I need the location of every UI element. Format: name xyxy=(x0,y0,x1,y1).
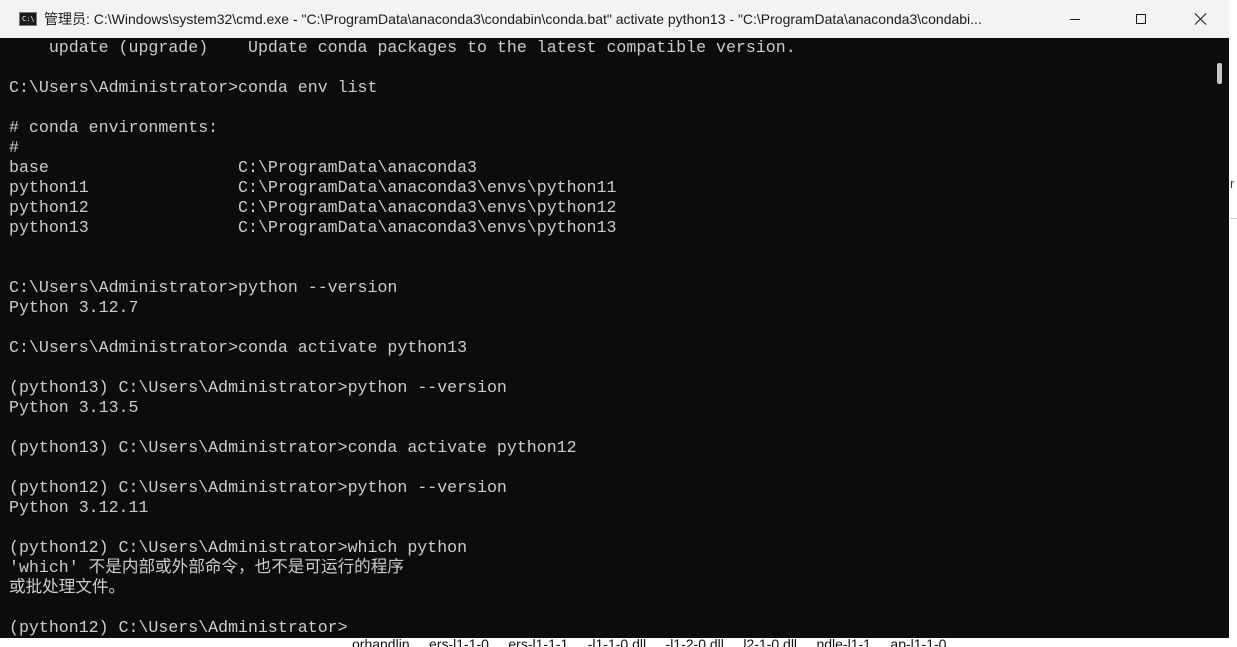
console-output[interactable]: update (upgrade) Update conda packages t… xyxy=(0,38,1210,638)
background-window-edge: r xyxy=(1229,0,1237,647)
cmd-app-icon[interactable]: C:\ xyxy=(19,12,37,26)
background-file-names: orhandlin ers-l1-1-0 ers-l1-1-1 -l1-1-0.… xyxy=(352,638,947,647)
background-divider xyxy=(1230,218,1237,219)
console-line: 'which' 不是内部或外部命令，也不是可运行的程序 xyxy=(9,558,404,577)
console-line: python12 C:\ProgramData\anaconda3\envs\p… xyxy=(9,198,617,217)
console-line: C:\Users\Administrator>conda env list xyxy=(9,78,378,97)
console-line: (python12) C:\Users\Administrator> xyxy=(9,618,348,637)
window-title: 管理员: C:\Windows\system32\cmd.exe - "C:\P… xyxy=(44,11,982,27)
console-line: Python 3.12.11 xyxy=(9,498,149,517)
maximize-icon xyxy=(1136,14,1146,24)
console-line: python11 C:\ProgramData\anaconda3\envs\p… xyxy=(9,178,617,197)
title-bar[interactable]: C:\ 管理员: C:\Windows\system32\cmd.exe - "… xyxy=(0,0,1229,38)
console-line: Python 3.13.5 xyxy=(9,398,139,417)
console-line: # xyxy=(9,138,19,157)
console-line: (python13) C:\Users\Administrator>python… xyxy=(9,378,507,397)
console-line: Python 3.12.7 xyxy=(9,298,139,317)
minimize-button[interactable] xyxy=(1052,0,1098,38)
vertical-scrollbar[interactable] xyxy=(1210,38,1229,638)
console-line: C:\Users\Administrator>python --version xyxy=(9,278,398,297)
console-line: (python13) C:\Users\Administrator>conda … xyxy=(9,438,577,457)
cmd-icon-text: C:\ xyxy=(22,15,35,23)
console-line: update (upgrade) Update conda packages t… xyxy=(9,38,796,57)
console-line: python13 C:\ProgramData\anaconda3\envs\p… xyxy=(9,218,617,237)
maximize-button[interactable] xyxy=(1118,0,1164,38)
console-line: 或批处理文件。 xyxy=(9,578,126,597)
minimize-icon xyxy=(1070,18,1080,20)
background-file-list: orhandlin ers-l1-1-0 ers-l1-1-1 -l1-1-0.… xyxy=(0,638,1237,647)
console-line: C:\Users\Administrator>conda activate py… xyxy=(9,338,468,357)
console-line: (python12) C:\Users\Administrator>python… xyxy=(9,478,507,497)
console-line: (python12) C:\Users\Administrator>which … xyxy=(9,538,468,557)
close-icon xyxy=(1195,13,1207,25)
console-line: base C:\ProgramData\anaconda3 xyxy=(9,158,478,177)
console-line: # conda environments: xyxy=(9,118,219,137)
cmd-window: C:\ 管理员: C:\Windows\system32\cmd.exe - "… xyxy=(0,0,1229,638)
close-button[interactable] xyxy=(1178,0,1224,38)
background-glyph: r xyxy=(1230,176,1235,191)
scrollbar-thumb[interactable] xyxy=(1217,63,1222,84)
